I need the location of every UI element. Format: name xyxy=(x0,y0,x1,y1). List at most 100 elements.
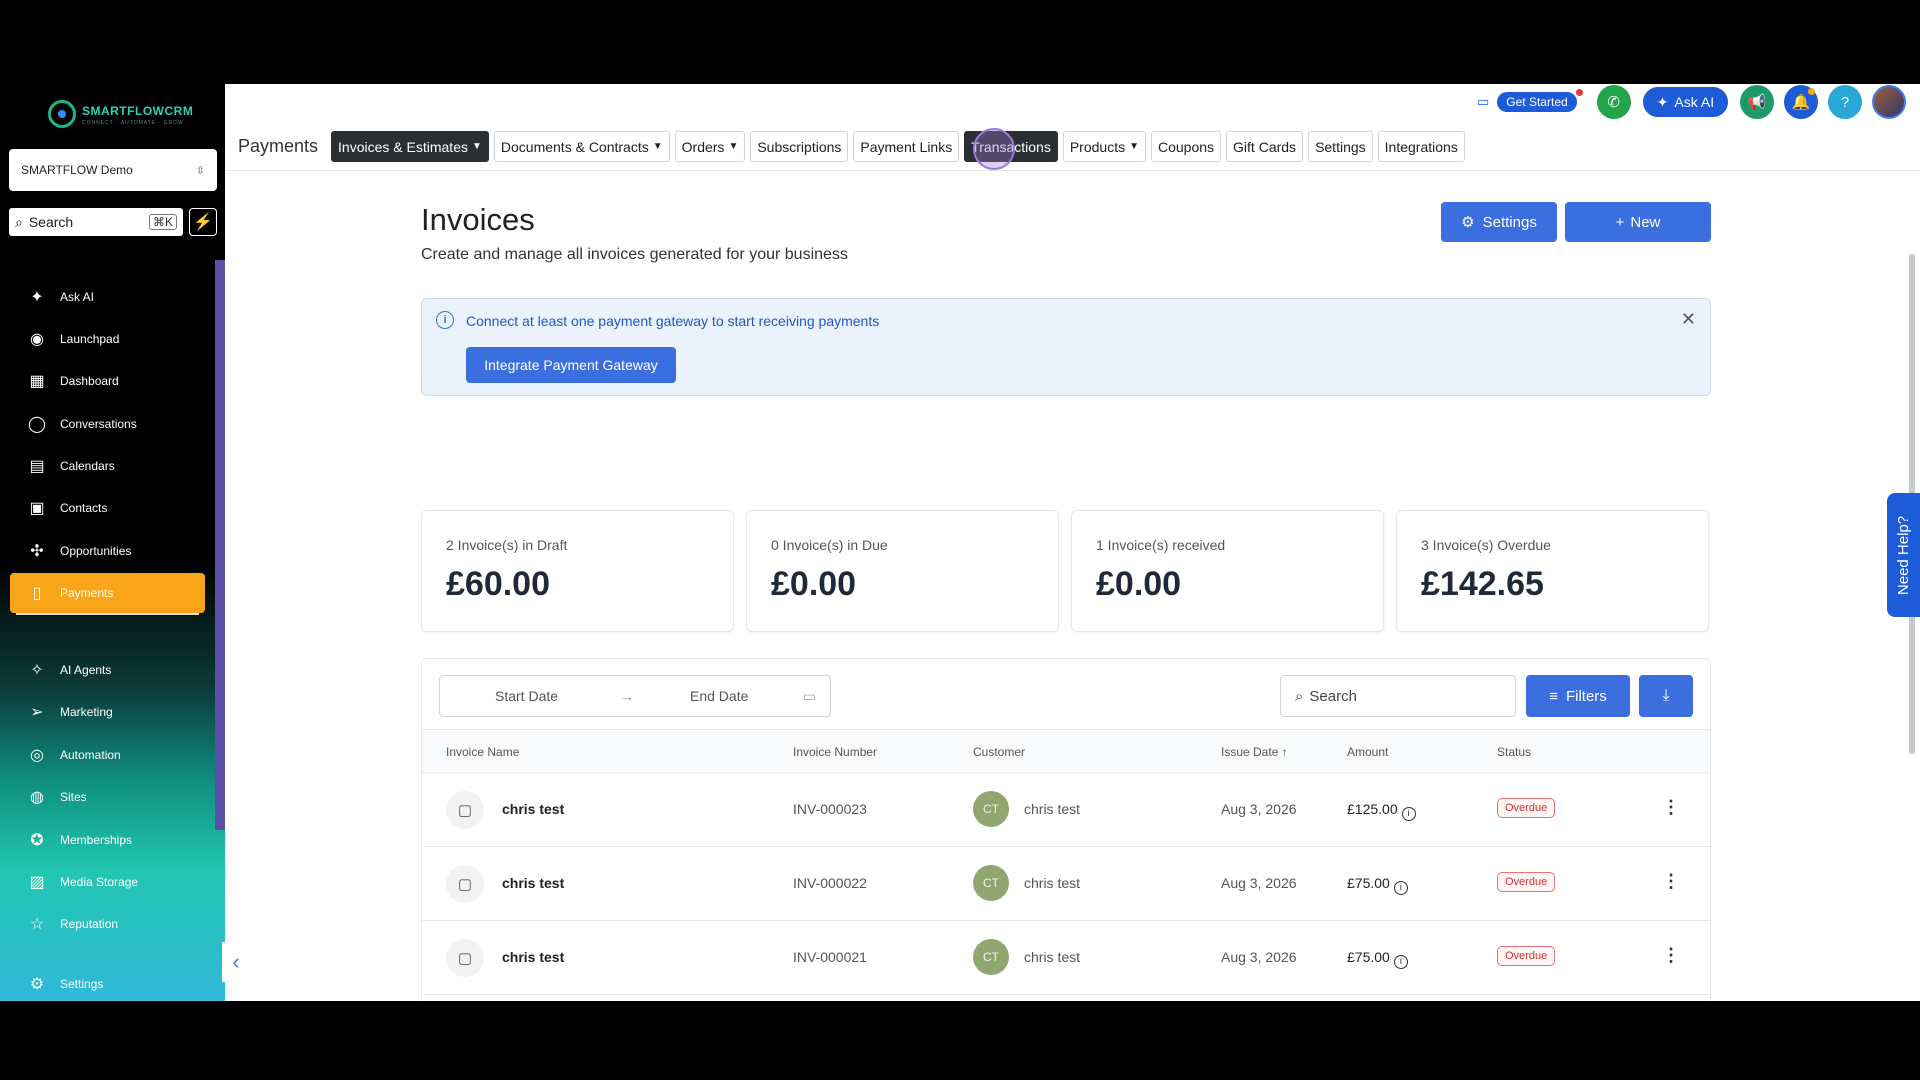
tab-transactions[interactable]: Transactions xyxy=(964,128,1058,170)
more-options-icon[interactable]: ⋮ xyxy=(1662,797,1680,818)
chevron-left-icon: ‹ xyxy=(232,949,240,974)
sidebar-item-label: Payments xyxy=(60,586,114,600)
info-icon[interactable]: i xyxy=(1401,807,1416,821)
sidebar-item-automation[interactable]: ◎ Automation xyxy=(10,735,205,775)
logo-text: SMARTFLOWCRM xyxy=(82,104,194,118)
customer-avatar: CT xyxy=(973,865,1009,901)
need-help-tab[interactable]: Need Help? xyxy=(1887,493,1920,617)
sidebar-item-payments[interactable]: ▯ Payments xyxy=(10,573,205,613)
settings-button[interactable]: ⚙ Settings xyxy=(1441,202,1557,242)
star-icon: ☆ xyxy=(29,916,45,933)
start-date: Start Date xyxy=(495,688,559,704)
collapse-sidebar-button[interactable]: ‹ xyxy=(222,942,250,982)
filters-button[interactable]: ≡ Filters xyxy=(1526,675,1630,717)
table-row[interactable]: ▢ chris test INV-000022 CT chris test Aug 3, … xyxy=(422,847,1710,921)
account-switcher[interactable]: SMARTFLOW Demo ⇳ xyxy=(9,149,217,191)
table-row[interactable]: ▢chris testINV-000020CTchris testAug 3, … xyxy=(422,995,1710,1001)
tab-subscriptions[interactable]: Subscriptions xyxy=(750,131,849,162)
invoice-name[interactable]: chris test xyxy=(502,949,564,965)
announcements-button[interactable]: 📢 xyxy=(1740,85,1775,119)
plus-icon: + xyxy=(1615,213,1625,231)
stat-label: 3 Invoice(s) Overdue xyxy=(1421,537,1551,553)
tab-products[interactable]: Products ▼ xyxy=(1062,131,1146,162)
bookmark-icon[interactable]: ▢ xyxy=(446,791,484,829)
quick-actions-button[interactable]: ⚡ xyxy=(189,208,217,236)
get-started-button[interactable]: ▭ Get Started xyxy=(1467,87,1587,117)
help-button[interactable]: ? xyxy=(1828,85,1863,119)
sidebar-item-dashboard[interactable]: ▦ Dashboard xyxy=(10,361,205,401)
col-invoice-number[interactable]: Invoice Number xyxy=(793,745,877,759)
chevron-down-icon: ▼ xyxy=(652,141,663,152)
bookmark-icon[interactable]: ▢ xyxy=(446,865,484,903)
ask-ai-button[interactable]: ✦ Ask AI xyxy=(1640,85,1731,119)
tab-invoices-estimates[interactable]: Invoices & Estimates ▼ xyxy=(331,131,489,162)
table-search-input[interactable]: ⌕ Search xyxy=(1280,675,1516,717)
date-range-picker[interactable]: Start Date → End Date ▭ xyxy=(439,675,831,717)
stat-card[interactable]: 1 Invoice(s) received £0.00 xyxy=(1071,510,1384,632)
sidebar-item-ai-agents[interactable]: ✧ AI Agents xyxy=(10,650,205,690)
sidebar-item-ask-ai[interactable]: ✦ Ask AI xyxy=(10,277,205,317)
customer-name: chris test xyxy=(1024,801,1081,817)
tab-documents-contracts[interactable]: Documents & Contracts ▼ xyxy=(493,131,670,162)
invoice-name[interactable]: chris test xyxy=(502,875,564,891)
invoice-number: INV-000022 xyxy=(793,875,867,891)
col-status[interactable]: Status xyxy=(1497,745,1531,759)
new-invoice-button[interactable]: + New xyxy=(1565,202,1711,242)
sidebar-item-opportunities[interactable]: ✣ Opportunities xyxy=(10,531,205,571)
col-issue-date[interactable]: Issue Date ↑ xyxy=(1221,745,1288,759)
sidebar-item-reputation[interactable]: ☆ Reputation xyxy=(10,904,205,944)
tab-coupons[interactable]: Coupons xyxy=(1151,131,1222,162)
bookmark-icon[interactable]: ▢ xyxy=(446,939,484,977)
tab-gift-cards[interactable]: Gift Cards xyxy=(1226,131,1304,162)
tab-label: Documents & Contracts xyxy=(500,138,649,155)
logo[interactable]: SMARTFLOWCRM CONNECT · AUTOMATE · GROW xyxy=(48,100,193,128)
col-invoice-name[interactable]: Invoice Name xyxy=(446,745,519,759)
sidebar-item-label: Calendars xyxy=(60,459,115,473)
sidebar-item-settings[interactable]: ⚙ Settings xyxy=(10,964,205,1001)
phone-button[interactable]: ✆ xyxy=(1596,85,1631,119)
tab-payment-links[interactable]: Payment Links xyxy=(853,131,960,162)
sidebar-search[interactable]: ⌕ Search ⌘K xyxy=(9,208,183,236)
tab-orders[interactable]: Orders ▼ xyxy=(674,131,746,162)
stat-card[interactable]: 0 Invoice(s) in Due £0.00 xyxy=(746,510,1059,632)
opportunities-icon: ✣ xyxy=(30,543,44,560)
more-options-icon[interactable]: ⋮ xyxy=(1662,945,1680,966)
stat-card[interactable]: 2 Invoice(s) in Draft £60.00 xyxy=(421,510,734,632)
notifications-button[interactable]: 🔔 xyxy=(1784,85,1819,119)
sidebar-item-sites[interactable]: ◍ Sites xyxy=(10,777,205,817)
user-avatar[interactable] xyxy=(1872,85,1907,119)
sidebar-item-media-storage[interactable]: ▨ Media Storage xyxy=(10,862,205,902)
more-options-icon[interactable]: ⋮ xyxy=(1662,871,1680,892)
tab-integrations[interactable]: Integrations xyxy=(1377,131,1465,162)
stat-label: 0 Invoice(s) in Due xyxy=(771,537,888,553)
tab-settings[interactable]: Settings xyxy=(1308,131,1373,162)
col-customer[interactable]: Customer xyxy=(973,745,1025,759)
sidebar-item-calendars[interactable]: ▤ Calendars xyxy=(10,446,205,486)
issue-date: Aug 3, 2026 xyxy=(1221,875,1297,891)
sidebar-item-conversations[interactable]: ◯ Conversations xyxy=(10,404,205,444)
close-icon[interactable]: ✕ xyxy=(1681,309,1696,330)
table-row[interactable]: ▢ chris test INV-000023 CT chris test Aug 3, … xyxy=(422,773,1710,847)
sidebar-item-contacts[interactable]: ▣ Contacts xyxy=(10,488,205,528)
tab-label: Integrations xyxy=(1384,138,1458,155)
table-header: Invoice Name Invoice Number Customer Iss… xyxy=(422,729,1710,773)
table-row[interactable]: ▢ chris test INV-000021 CT chris test Aug 3, … xyxy=(422,921,1710,995)
info-icon[interactable]: i xyxy=(1393,881,1408,895)
tab-label: Settings xyxy=(1315,138,1366,155)
tab-label: Invoices & Estimates xyxy=(338,138,468,155)
sidebar-item-label: Marketing xyxy=(60,705,113,719)
ai-agents-icon: ✧ xyxy=(30,662,44,679)
sidebar-item-launchpad[interactable]: ◉ Launchpad xyxy=(10,319,205,359)
sidebar-item-memberships[interactable]: ✪ Memberships xyxy=(10,820,205,860)
sidebar-item-label: Memberships xyxy=(60,833,133,847)
stat-card[interactable]: 3 Invoice(s) Overdue £142.65 xyxy=(1396,510,1709,632)
download-button[interactable]: ⤓ xyxy=(1639,675,1693,717)
integrate-gateway-button[interactable]: Integrate Payment Gateway xyxy=(466,347,676,383)
sidebar-item-marketing[interactable]: ➢ Marketing xyxy=(10,692,205,732)
sidebar-scrollbar[interactable] xyxy=(215,260,225,830)
logo-icon xyxy=(48,100,76,128)
col-amount[interactable]: Amount xyxy=(1347,745,1388,759)
invoice-name[interactable]: chris test xyxy=(502,801,564,817)
sidebar-search-row: ⌕ Search ⌘K ⚡ xyxy=(9,208,217,236)
info-icon[interactable]: i xyxy=(1393,955,1408,969)
